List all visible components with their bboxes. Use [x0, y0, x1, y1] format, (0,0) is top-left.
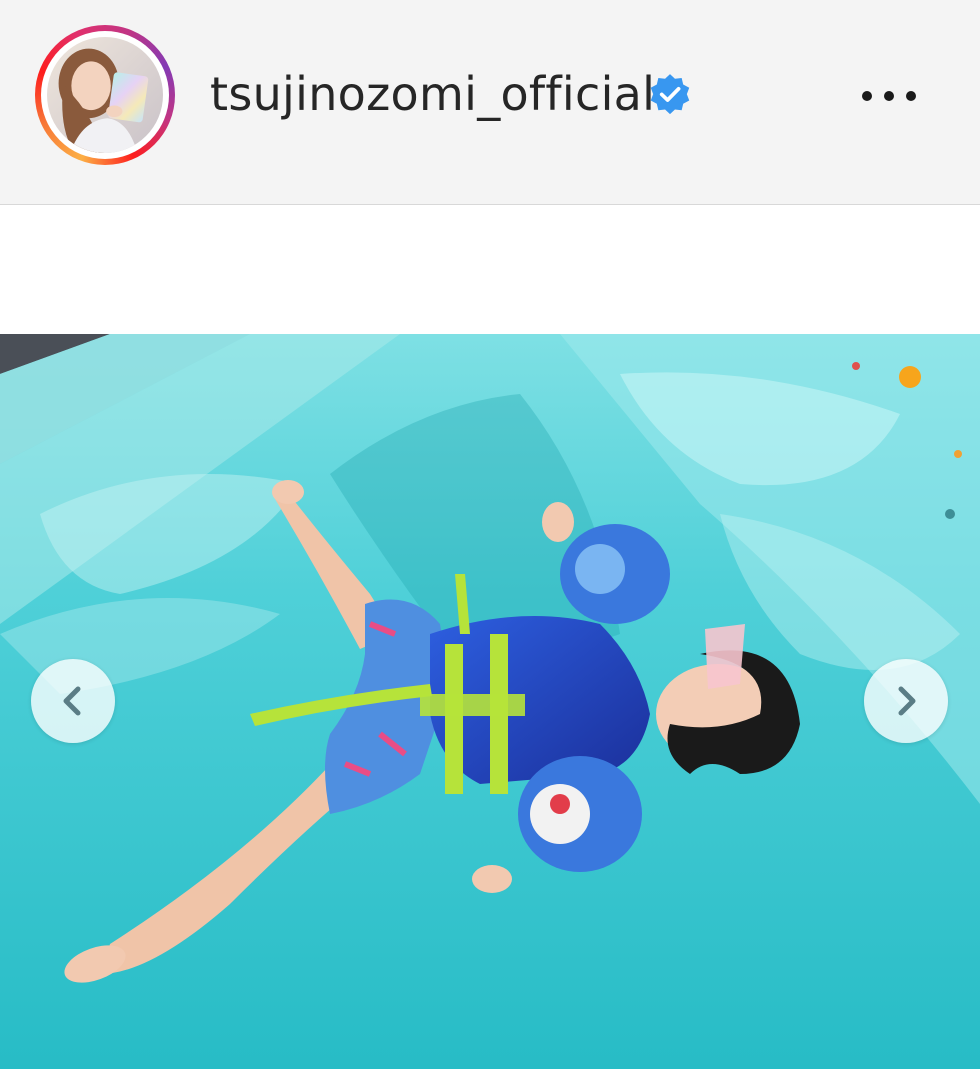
avatar[interactable]: [47, 37, 163, 153]
chevron-right-icon: [898, 686, 916, 716]
more-options-icon[interactable]: [858, 78, 920, 114]
username[interactable]: tsujinozomi_official: [210, 66, 655, 122]
previous-photo-button[interactable]: [31, 659, 115, 743]
chevron-left-icon: [63, 686, 81, 716]
post-photo[interactable]: [0, 334, 980, 1069]
pool-photo-image: [0, 334, 980, 1069]
post-header: tsujinozomi_official: [0, 0, 980, 205]
next-photo-button[interactable]: [864, 659, 948, 743]
verified-badge-icon: [650, 74, 690, 115]
story-ring[interactable]: [35, 25, 175, 165]
